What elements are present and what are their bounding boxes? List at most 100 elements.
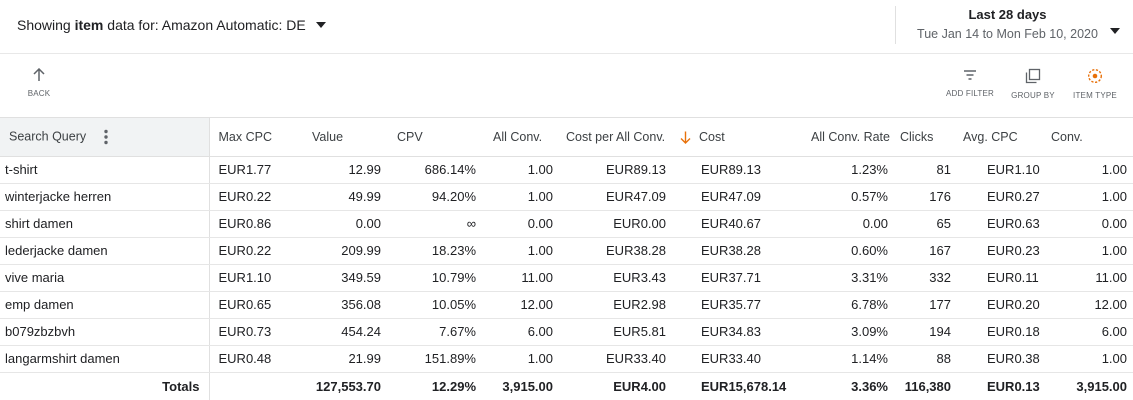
cell-cost-per-all-conv: EUR33.40 — [559, 345, 672, 373]
cell-all-conv-rate: 1.23% — [801, 156, 894, 184]
cell-search-query[interactable]: winterjacke herren — [0, 183, 210, 211]
date-range-dates: Tue Jan 14 to Mon Feb 10, 2020 — [917, 27, 1098, 41]
table-row: langarmshirt damen EUR0.48 21.99 151.89% 1.0… — [0, 345, 1133, 373]
cell-max-cpc: EUR0.73 — [209, 318, 302, 346]
cell-all-conv-rate: 6.78% — [801, 291, 894, 319]
cell-all-conv-rate: 3.09% — [801, 318, 894, 346]
column-header-conv[interactable]: Conv. — [1045, 118, 1133, 157]
column-header-max-cpc[interactable]: Max CPC — [209, 118, 302, 157]
cell-all-conv: 1.00 — [482, 345, 559, 373]
cell-cost-per-all-conv: EUR2.98 — [559, 291, 672, 319]
cell-all-conv-rate: 3.31% — [801, 264, 894, 292]
column-header-clicks[interactable]: Clicks — [894, 118, 957, 157]
data-table: Search Query Max CPC Value CPV All Conv.… — [0, 118, 1133, 400]
add-filter-button[interactable]: ADD FILTER — [944, 68, 996, 98]
filter-icon — [964, 70, 976, 80]
cell-max-cpc: EUR1.77 — [209, 156, 302, 184]
cell-search-query[interactable]: b079zbzbvh — [0, 318, 210, 346]
cell-all-conv: 1.00 — [482, 237, 559, 265]
cell-value: 349.59 — [302, 264, 387, 292]
cell-value: 454.24 — [302, 318, 387, 346]
cell-search-query[interactable]: vive maria — [0, 264, 210, 292]
cell-clicks: 332 — [894, 264, 957, 292]
cell-max-cpc: EUR0.22 — [209, 183, 302, 211]
column-header-cpv[interactable]: CPV — [387, 118, 482, 157]
cell-cost: EUR47.09 — [672, 183, 801, 211]
table-row: lederjacke damen EUR0.22 209.99 18.23% 1.00 E… — [0, 237, 1133, 265]
total-cost: EUR15,678.14 — [701, 378, 787, 394]
cell-all-conv: 0.00 — [482, 210, 559, 238]
cell-conv: 11.00 — [1045, 264, 1133, 292]
table-row: shirt damen EUR0.86 0.00 ∞ 0.00 EUR0.00 EUR40.… — [0, 210, 1133, 238]
cell-cost: EUR38.28 — [672, 237, 801, 265]
cell-avg-cpc: EUR0.11 — [957, 264, 1045, 292]
cell-clicks: 167 — [894, 237, 957, 265]
cell-search-query[interactable]: shirt damen — [0, 210, 210, 238]
add-filter-label: ADD FILTER — [945, 89, 995, 98]
cell-avg-cpc: EUR0.18 — [957, 318, 1045, 346]
total-all-conv: 3,915.00 — [502, 378, 553, 394]
cell-search-query[interactable]: langarmshirt damen — [0, 345, 210, 373]
table-row: vive maria EUR1.10 349.59 10.79% 11.00 EUR3.4… — [0, 264, 1133, 292]
group-by-label: GROUP BY — [1011, 91, 1055, 100]
back-label: BACK — [27, 89, 51, 98]
column-header-cost[interactable]: Cost — [672, 118, 801, 157]
cell-cost-per-all-conv: EUR38.28 — [559, 237, 672, 265]
cell-all-conv: 6.00 — [482, 318, 559, 346]
column-header-avg-cpc[interactable]: Avg. CPC — [957, 118, 1045, 157]
cell-value: 49.99 — [302, 183, 387, 211]
cell-max-cpc: EUR0.22 — [209, 237, 302, 265]
cell-cost-per-all-conv: EUR0.00 — [559, 210, 672, 238]
cell-conv: 1.00 — [1045, 237, 1133, 265]
column-header-cost-per-all-conv[interactable]: Cost per All Conv. — [559, 118, 672, 157]
more-options-icon[interactable] — [103, 129, 108, 145]
header-row: Search Query Max CPC Value CPV All Conv.… — [0, 118, 1133, 157]
cell-cost: EUR33.40 — [672, 345, 801, 373]
total-cpv: 12.29% — [431, 378, 476, 394]
cell-search-query[interactable]: lederjacke damen — [0, 237, 210, 265]
cell-avg-cpc: EUR0.27 — [957, 183, 1045, 211]
item-type-icon — [1087, 68, 1103, 84]
cell-cost: EUR35.77 — [672, 291, 801, 319]
back-button[interactable]: BACK — [22, 68, 56, 98]
toolbar: BACK ADD FILTER GROUP BY ITEM TYPE — [0, 55, 1133, 118]
cell-value: 356.08 — [302, 291, 387, 319]
group-by-button[interactable]: GROUP BY — [1010, 68, 1056, 100]
item-type-button[interactable]: ITEM TYPE — [1072, 68, 1118, 100]
data-source-selector[interactable]: Showing item data for: Amazon Automatic:… — [17, 17, 326, 33]
column-header-value[interactable]: Value — [302, 118, 387, 157]
cell-conv: 6.00 — [1045, 318, 1133, 346]
total-cost-per-all-conv: EUR4.00 — [613, 378, 666, 394]
cell-all-conv: 11.00 — [482, 264, 559, 292]
cell-cost-per-all-conv: EUR89.13 — [559, 156, 672, 184]
column-header-all-conv-rate[interactable]: All Conv. Rate — [801, 118, 894, 157]
cell-conv: 1.00 — [1045, 183, 1133, 211]
sort-descending-icon — [680, 131, 691, 144]
total-max-cpc — [209, 372, 302, 400]
cell-value: 0.00 — [302, 210, 387, 238]
cell-search-query[interactable]: emp damen — [0, 291, 210, 319]
cell-cost: EUR37.71 — [672, 264, 801, 292]
cell-cost-per-all-conv: EUR5.81 — [559, 318, 672, 346]
report-header: Showing item data for: Amazon Automatic:… — [0, 0, 1133, 54]
cell-clicks: 88 — [894, 345, 957, 373]
cell-max-cpc: EUR1.10 — [209, 264, 302, 292]
cell-cpv: 18.23% — [387, 237, 482, 265]
table-body: t-shirt EUR1.77 12.99 686.14% 1.00 EUR89.13 EU… — [0, 156, 1133, 400]
cell-conv: 1.00 — [1045, 345, 1133, 373]
cell-value: 209.99 — [302, 237, 387, 265]
cell-all-conv-rate: 1.14% — [801, 345, 894, 373]
cell-search-query[interactable]: t-shirt — [0, 156, 210, 184]
cell-all-conv-rate: 0.00 — [801, 210, 894, 238]
cell-all-conv: 1.00 — [482, 183, 559, 211]
column-header-all-conv[interactable]: All Conv. — [482, 118, 559, 157]
item-type-label: ITEM TYPE — [1073, 91, 1117, 100]
cell-all-conv: 12.00 — [482, 291, 559, 319]
cell-cpv: 151.89% — [387, 345, 482, 373]
date-range-title: Last 28 days — [968, 7, 1047, 22]
cell-cpv: ∞ — [387, 210, 482, 238]
source-level: item — [74, 17, 104, 33]
column-header-search-query[interactable]: Search Query — [0, 118, 210, 157]
cell-avg-cpc: EUR1.10 — [957, 156, 1045, 184]
cell-cpv: 7.67% — [387, 318, 482, 346]
